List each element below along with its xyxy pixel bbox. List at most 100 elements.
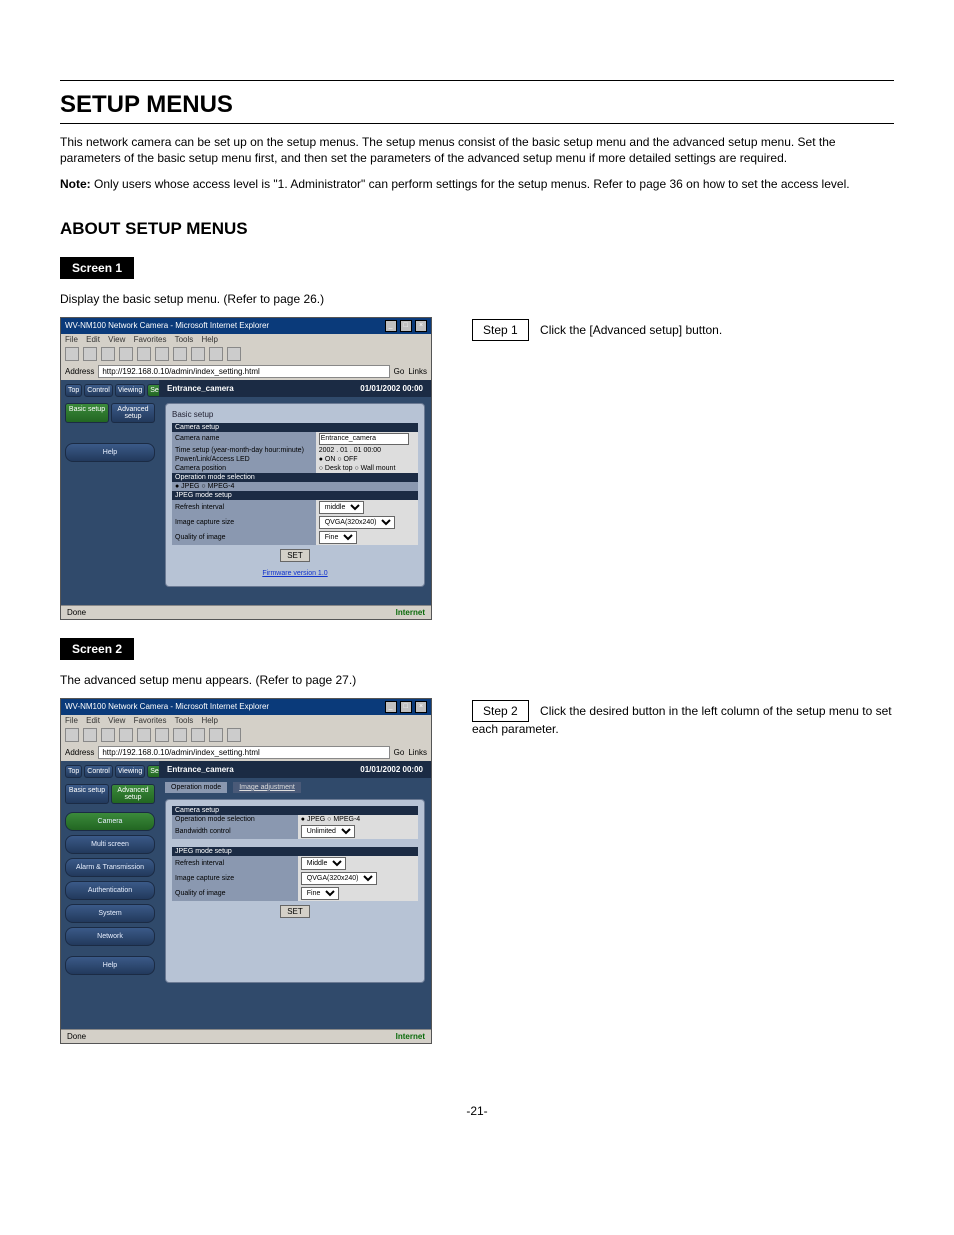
sidebar-system[interactable]: System xyxy=(65,904,155,923)
status-zone: Internet xyxy=(396,608,425,617)
nav-top[interactable]: Top xyxy=(65,765,82,778)
val-led[interactable]: ● ON ○ OFF xyxy=(316,455,418,464)
menu-tools[interactable]: Tools xyxy=(175,335,194,344)
menu-fav[interactable]: Favorites xyxy=(134,335,167,344)
sidebar-help[interactable]: Help xyxy=(65,443,155,462)
in-camera-name[interactable] xyxy=(319,433,409,445)
sel2-capture[interactable]: QVGA(320x240) xyxy=(301,872,377,885)
menu-file[interactable]: File xyxy=(65,716,78,725)
search-icon[interactable] xyxy=(155,347,169,361)
menu-view[interactable]: View xyxy=(108,716,125,725)
minimize-icon[interactable]: _ xyxy=(385,701,397,713)
lbl2-bw: Bandwidth control xyxy=(172,824,298,839)
sel2-refresh[interactable]: Middle xyxy=(301,857,346,870)
page-number: -21- xyxy=(60,1104,894,1118)
stop-icon[interactable] xyxy=(101,728,115,742)
menu-file[interactable]: File xyxy=(65,335,78,344)
address-field[interactable]: http://192.168.0.10/admin/index_setting.… xyxy=(98,365,389,378)
refresh-icon[interactable] xyxy=(119,347,133,361)
forward-icon[interactable] xyxy=(83,347,97,361)
sel2-quality[interactable]: Fine xyxy=(301,887,339,900)
window-controls: _ □ × xyxy=(384,320,427,332)
hdr-opmode: Operation mode selection xyxy=(172,473,418,482)
firmware-link[interactable]: Firmware version 1.0 xyxy=(172,570,418,577)
sel2-bw[interactable]: Unlimited xyxy=(301,825,355,838)
forward-icon[interactable] xyxy=(83,728,97,742)
close-icon[interactable]: × xyxy=(415,701,427,713)
address-bar-2: Address http://192.168.0.10/admin/index_… xyxy=(61,744,431,761)
val-pos[interactable]: ○ Desk top ○ Wall mount xyxy=(316,464,418,473)
back-icon[interactable] xyxy=(65,347,79,361)
stop-icon[interactable] xyxy=(101,347,115,361)
val-opmode[interactable]: ● JPEG ○ MPEG-4 xyxy=(172,482,418,491)
print-icon[interactable] xyxy=(227,347,241,361)
favorites-icon[interactable] xyxy=(173,347,187,361)
sidebar-auth[interactable]: Authentication xyxy=(65,881,155,900)
lbl-capture: Image capture size xyxy=(172,515,316,530)
screen1-desc: Display the basic setup menu. (Refer to … xyxy=(60,291,894,307)
menu-help[interactable]: Help xyxy=(202,716,218,725)
tab-image-adj[interactable]: Image adjustment xyxy=(233,782,301,793)
sel-refresh[interactable]: middle xyxy=(319,501,364,514)
subtab-basic[interactable]: Basic setup xyxy=(65,403,109,423)
subtab-advanced[interactable]: Advanced setup xyxy=(111,403,155,423)
sidebar-camera[interactable]: Camera xyxy=(65,812,155,831)
subtab-basic[interactable]: Basic setup xyxy=(65,784,109,804)
lbl-led: Power/Link/Access LED xyxy=(172,455,316,464)
menu-help[interactable]: Help xyxy=(202,335,218,344)
note-text: Only users whose access level is "1. Adm… xyxy=(94,177,850,191)
lbl2-refresh: Refresh interval xyxy=(172,856,298,871)
hdr2-camera: Camera setup xyxy=(172,806,418,815)
maximize-icon[interactable]: □ xyxy=(400,701,412,713)
go-button[interactable]: Go xyxy=(394,748,405,757)
val-time[interactable]: 2002 . 01 . 01 00:00 xyxy=(316,446,418,455)
sel-capture[interactable]: QVGA(320x240) xyxy=(319,516,395,529)
sidebar-help[interactable]: Help xyxy=(65,956,155,975)
mail-icon[interactable] xyxy=(209,347,223,361)
nav-control[interactable]: Control xyxy=(84,765,113,778)
tab-opmode[interactable]: Operation mode xyxy=(165,782,227,793)
back-icon[interactable] xyxy=(65,728,79,742)
main-header-2: Entrance_camera 01/01/2002 00:00 xyxy=(159,761,431,778)
main-header: Entrance_camera 01/01/2002 00:00 xyxy=(159,380,431,397)
home-icon[interactable] xyxy=(137,728,151,742)
clock-2: 01/01/2002 00:00 xyxy=(360,765,423,774)
nav-viewing[interactable]: Viewing xyxy=(115,765,145,778)
history-icon[interactable] xyxy=(191,728,205,742)
menu-view[interactable]: View xyxy=(108,335,125,344)
print-icon[interactable] xyxy=(227,728,241,742)
subtab-advanced[interactable]: Advanced setup xyxy=(111,784,155,804)
close-icon[interactable]: × xyxy=(415,320,427,332)
menubar: File Edit View Favorites Tools Help xyxy=(61,334,431,345)
ie-titlebar-2: WV-NM100 Network Camera - Microsoft Inte… xyxy=(61,699,431,715)
address-label: Address xyxy=(65,748,94,757)
val2-opmode[interactable]: ● JPEG ○ MPEG-4 xyxy=(298,815,418,824)
sidebar-network[interactable]: Network xyxy=(65,927,155,946)
menu-edit[interactable]: Edit xyxy=(86,335,100,344)
minimize-icon[interactable]: _ xyxy=(385,320,397,332)
maximize-icon[interactable]: □ xyxy=(400,320,412,332)
screen2-label: Screen 2 xyxy=(60,638,134,660)
search-icon[interactable] xyxy=(155,728,169,742)
menu-fav[interactable]: Favorites xyxy=(134,716,167,725)
address-field[interactable]: http://192.168.0.10/admin/index_setting.… xyxy=(98,746,389,759)
menu-edit[interactable]: Edit xyxy=(86,716,100,725)
nav-control[interactable]: Control xyxy=(84,384,113,397)
go-button[interactable]: Go xyxy=(394,367,405,376)
favorites-icon[interactable] xyxy=(173,728,187,742)
refresh-icon[interactable] xyxy=(119,728,133,742)
links-label: Links xyxy=(408,367,427,376)
mail-icon[interactable] xyxy=(209,728,223,742)
nav-top[interactable]: Top xyxy=(65,384,82,397)
set-button-2[interactable]: SET xyxy=(280,905,310,918)
menu-tools[interactable]: Tools xyxy=(175,716,194,725)
set-button[interactable]: SET xyxy=(280,549,310,562)
sel-quality[interactable]: Fine xyxy=(319,531,357,544)
home-icon[interactable] xyxy=(137,347,151,361)
lbl2-quality: Quality of image xyxy=(172,886,298,901)
sidebar-alarm[interactable]: Alarm & Transmission xyxy=(65,858,155,877)
sidebar-multi[interactable]: Multi screen xyxy=(65,835,155,854)
history-icon[interactable] xyxy=(191,347,205,361)
clock: 01/01/2002 00:00 xyxy=(360,384,423,393)
nav-viewing[interactable]: Viewing xyxy=(115,384,145,397)
